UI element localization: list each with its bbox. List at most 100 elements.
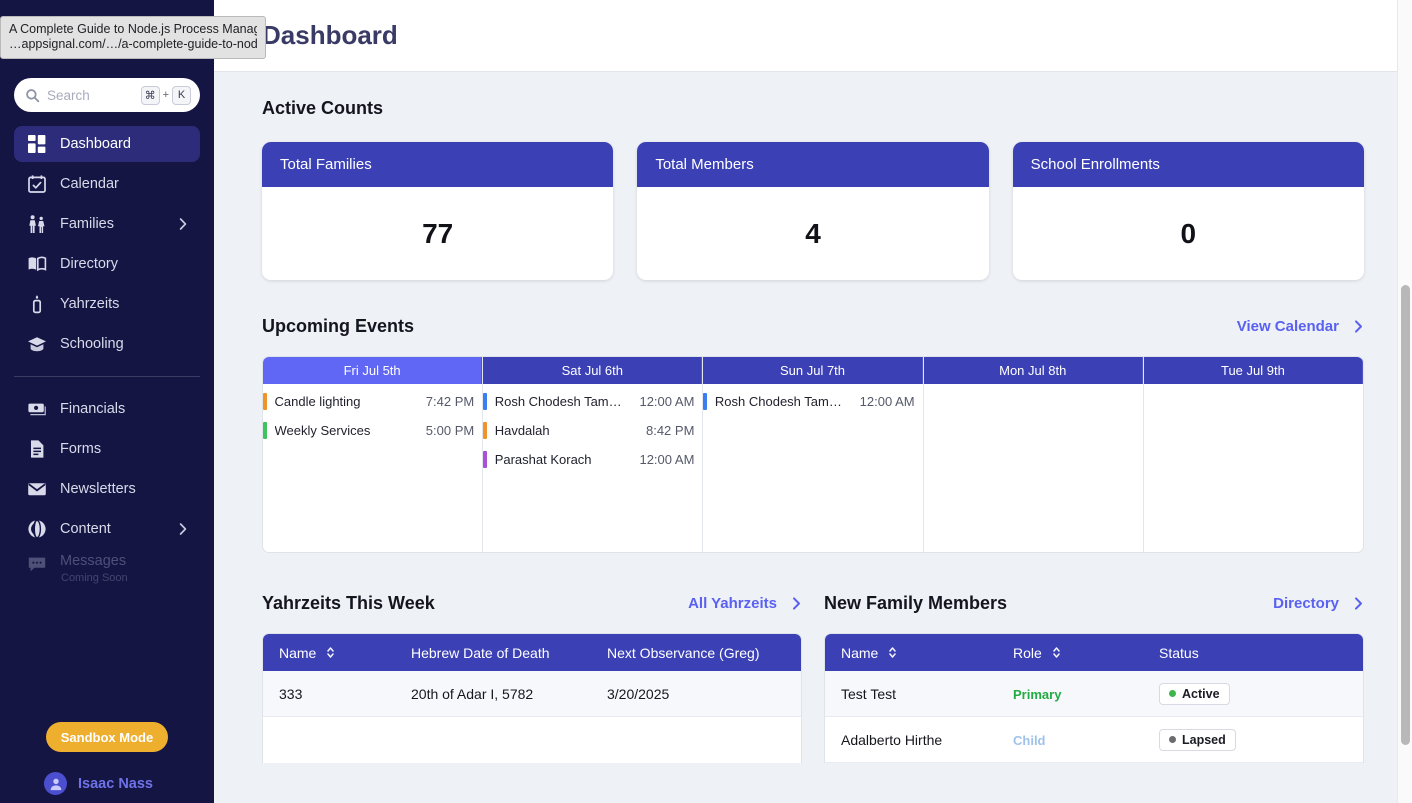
event-name: Candle lighting <box>274 394 361 409</box>
status-badge: Lapsed <box>1159 728 1236 751</box>
sidebar-item-calendar[interactable]: Calendar <box>14 166 200 202</box>
chevron-right-icon <box>793 597 800 610</box>
upcoming-events-title: Upcoming Events <box>262 316 415 336</box>
document-icon <box>26 439 47 460</box>
primary-navigation: Dashboard Calendar Families Directory Ya… <box>0 112 214 366</box>
calendar-event[interactable]: Candle lighting 7:42 PM <box>263 390 482 413</box>
stat-card-label: Total Families <box>262 142 614 187</box>
book-icon <box>26 254 47 275</box>
chevron-right-icon <box>179 218 187 230</box>
cell-name: Adalberto Hirthe <box>841 731 943 748</box>
user-icon <box>50 778 61 790</box>
secondary-navigation: Financials Forms Newsletters Content Mes… <box>0 391 214 595</box>
sidebar-item-financials[interactable]: Financials <box>14 391 200 427</box>
column-header-name[interactable]: Name <box>825 645 997 661</box>
avatar <box>44 772 67 795</box>
calendar-day-events: Candle lighting 7:42 PM Weekly Services … <box>263 384 482 448</box>
status-dot <box>1169 736 1176 743</box>
sidebar-item-forms[interactable]: Forms <box>14 431 200 467</box>
families-icon <box>26 214 47 235</box>
table-row[interactable]: Test Test Primary Active <box>825 671 1363 717</box>
event-color-bar <box>483 393 487 410</box>
directory-label: Directory <box>1273 595 1339 612</box>
cell-hebrew-date: 20th of Adar I, 5782 <box>411 685 534 702</box>
event-time: 7:42 PM <box>425 394 475 409</box>
event-name: Rosh Chodesh Tam… <box>494 394 622 409</box>
sandbox-mode-button[interactable]: Sandbox Mode <box>46 722 168 752</box>
graduation-cap-icon <box>26 334 47 355</box>
upcoming-events-calendar: Fri Jul 5th Candle lighting 7:42 PM Week… <box>262 356 1364 553</box>
sidebar: ⌘ + K Dashboard Calendar <box>0 0 214 803</box>
sidebar-item-yahrzeits[interactable]: Yahrzeits <box>14 286 200 322</box>
link-preview-tooltip: A Complete Guide to Node.js Process Mana… <box>0 16 266 59</box>
event-time: 5:00 PM <box>425 423 475 438</box>
status-dot <box>1169 690 1176 697</box>
sidebar-item-newsletters[interactable]: Newsletters <box>14 471 200 507</box>
calendar-event[interactable]: Parashat Korach 12:00 AM <box>483 448 702 471</box>
search-box[interactable]: ⌘ + K <box>14 78 200 112</box>
event-time: 12:00 AM <box>859 394 915 409</box>
calendar-day-column: Fri Jul 5th Candle lighting 7:42 PM Week… <box>263 357 484 552</box>
sidebar-item-label: Directory <box>60 256 119 272</box>
all-yahrzeits-label: All Yahrzeits <box>688 595 777 612</box>
sidebar-item-label: Families <box>60 216 114 232</box>
stat-card-body: 77 <box>262 187 613 280</box>
yahrzeits-panel: Yahrzeits This Week All Yahrzeits Name H… <box>262 593 802 763</box>
sidebar-item-schooling[interactable]: Schooling <box>14 326 200 362</box>
stat-card-body: 0 <box>1013 187 1364 280</box>
cell-role: Primary <box>997 686 1143 702</box>
sidebar-item-sublabel: Coming Soon <box>61 572 128 584</box>
calendar-day-events: Rosh Chodesh Tam… 12:00 AM Havdalah 8:42… <box>483 384 702 477</box>
sidebar-item-directory[interactable]: Directory <box>14 246 200 282</box>
calendar-day-column: Sat Jul 6th Rosh Chodesh Tam… 12:00 AM H… <box>483 357 704 552</box>
sidebar-item-families[interactable]: Families <box>14 206 200 242</box>
active-counts-title: Active Counts <box>262 98 384 118</box>
bottom-panels: Yahrzeits This Week All Yahrzeits Name H… <box>262 593 1364 763</box>
all-yahrzeits-link[interactable]: All Yahrzeits <box>688 595 802 612</box>
candle-icon <box>26 294 47 315</box>
page-title: Dashboard <box>262 20 398 50</box>
column-header-name[interactable]: Name <box>263 645 395 661</box>
event-color-bar <box>263 393 267 410</box>
chevron-right-icon <box>1355 597 1362 610</box>
event-time: 8:42 PM <box>645 423 695 438</box>
top-bar: Dashboard <box>214 0 1412 72</box>
view-calendar-link[interactable]: View Calendar <box>1237 318 1364 335</box>
scrollbar-track[interactable] <box>1397 0 1412 803</box>
sidebar-item-label: Content <box>60 521 111 537</box>
role-label: Child <box>1013 732 1046 748</box>
sidebar-item-dashboard[interactable]: Dashboard <box>14 126 200 162</box>
new-family-members-panel: New Family Members Directory Name Role S… <box>824 593 1364 763</box>
user-profile[interactable]: Isaac Nass <box>0 752 214 795</box>
table-row-empty <box>263 717 801 763</box>
table-row[interactable]: 333 20th of Adar I, 5782 3/20/2025 <box>263 671 801 717</box>
table-row[interactable]: Adalberto Hirthe Child Lapsed <box>825 717 1363 763</box>
column-label: Status <box>1159 644 1199 661</box>
new-family-members-title: New Family Members <box>824 593 1008 613</box>
sidebar-item-label: Messages <box>60 553 127 569</box>
cell-name: 333 <box>279 685 303 702</box>
calendar-event[interactable]: Rosh Chodesh Tam… 12:00 AM <box>483 390 702 413</box>
calendar-event[interactable]: Rosh Chodesh Tam… 12:00 AM <box>703 390 922 413</box>
stat-card-value: 77 <box>422 217 454 249</box>
calendar-day-header: Sun Jul 7th <box>703 357 923 384</box>
dashboard-content: Active Counts Total Families 77 Total Me… <box>214 72 1412 763</box>
sidebar-item-content[interactable]: Content <box>14 511 200 547</box>
calendar-day-header: Mon Jul 8th <box>923 357 1143 384</box>
stat-card-label: Total Members <box>637 142 989 187</box>
directory-link[interactable]: Directory <box>1273 595 1364 612</box>
money-icon <box>26 399 47 420</box>
column-header-next-observance: Next Observance (Greg) <box>591 645 801 661</box>
column-header-role[interactable]: Role <box>997 645 1143 661</box>
calendar-day-column: Tue Jul 9th <box>1143 357 1363 552</box>
event-color-bar <box>483 451 487 468</box>
calendar-event[interactable]: Havdalah 8:42 PM <box>483 419 702 442</box>
calendar-event[interactable]: Weekly Services 5:00 PM <box>263 419 482 442</box>
dashboard-icon <box>26 134 47 155</box>
status-badge: Active <box>1159 682 1230 705</box>
search-input[interactable] <box>47 87 134 103</box>
sidebar-footer: Sandbox Mode Isaac Nass <box>0 722 214 803</box>
sort-icon <box>889 647 897 658</box>
scrollbar-thumb[interactable] <box>1401 285 1410 745</box>
envelope-icon <box>26 479 47 500</box>
